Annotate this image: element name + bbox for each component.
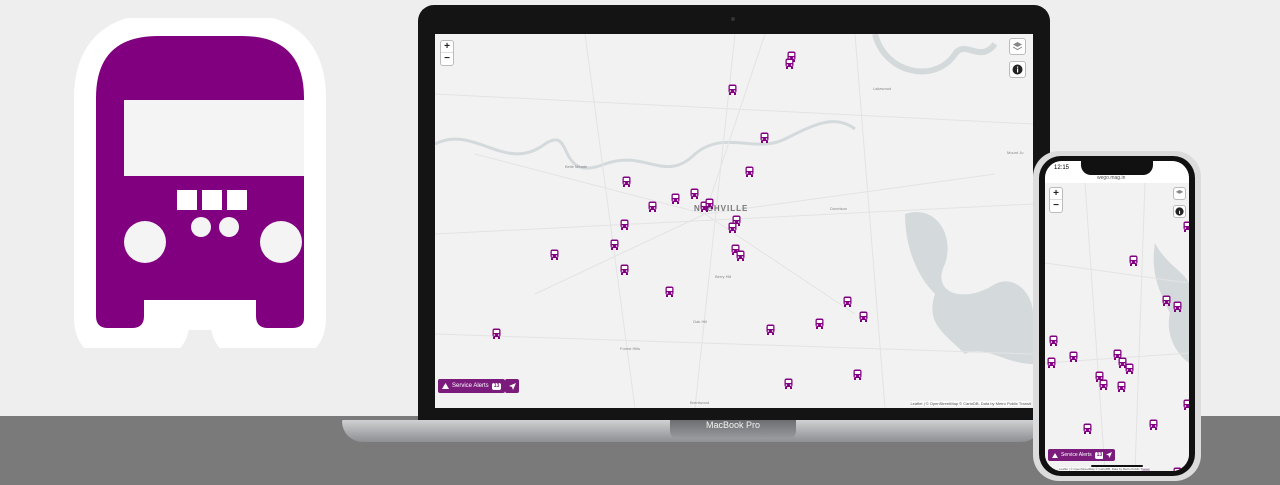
bus-marker-icon[interactable]: [1049, 333, 1058, 346]
bus-marker-icon[interactable]: [1125, 361, 1134, 374]
phone-service-alerts-label: Service Alerts: [1061, 452, 1092, 458]
warning-icon: [442, 383, 449, 389]
bus-marker-icon[interactable]: [1149, 417, 1158, 430]
place-label-donelson: Donelson: [830, 206, 847, 211]
place-label-berry-hill: Berry Hill: [715, 274, 732, 279]
phone-home-indicator: [1091, 465, 1143, 467]
bus-marker-icon[interactable]: [1047, 355, 1056, 368]
phone-transit-map[interactable]: + − Service Alerts 13 Leaflet | © OpenSt…: [1045, 183, 1189, 471]
phone-zoom-in-button[interactable]: +: [1050, 188, 1062, 200]
info-icon: [1012, 64, 1023, 75]
bus-marker-icon[interactable]: [690, 186, 699, 199]
info-icon: [1175, 207, 1184, 216]
bus-marker-icon[interactable]: [1162, 293, 1171, 306]
bus-marker-icon[interactable]: [859, 309, 868, 322]
bus-marker-icon[interactable]: [705, 196, 714, 209]
bus-marker-icon[interactable]: [853, 367, 862, 380]
bus-marker-icon[interactable]: [1173, 299, 1182, 312]
place-label-brentwood: Brentwood: [690, 400, 710, 405]
layers-icon: [1175, 189, 1184, 194]
bus-marker-icon[interactable]: [1083, 421, 1092, 434]
place-label-belle-meade: Belle Meade: [565, 164, 588, 169]
layers-icon: [1012, 42, 1023, 51]
phone-zoom-control: + −: [1049, 187, 1063, 213]
place-label-lakewood: Lakewood: [873, 86, 892, 91]
phone-map-attribution: Leaflet | © OpenStreetMap © CartoDB, Dat…: [1059, 467, 1150, 471]
phone-screen: 12:15 wego.mag.in + − Service Alerts 13: [1045, 161, 1189, 471]
bus-marker-icon[interactable]: [492, 326, 501, 339]
laptop-camera: [731, 17, 735, 21]
bus-marker-icon[interactable]: [843, 294, 852, 307]
bus-marker-icon[interactable]: [1183, 397, 1189, 410]
phone-info-button[interactable]: [1173, 205, 1186, 218]
bus-marker-icon[interactable]: [622, 174, 631, 187]
transit-map[interactable]: NASHVILLE Brentwood Forest Hills Oak Hil…: [435, 34, 1033, 408]
phone-zoom-out-button[interactable]: −: [1050, 200, 1062, 212]
locate-button[interactable]: [505, 379, 519, 393]
phone-url[interactable]: wego.mag.in: [1097, 175, 1125, 181]
warning-icon: [1052, 452, 1058, 458]
locate-arrow-icon: [1106, 452, 1112, 458]
phone-notch: [1081, 161, 1153, 175]
bus-marker-icon[interactable]: [815, 316, 824, 329]
bus-logo-icon: [72, 18, 328, 348]
map-attribution: Leaflet | © OpenStreetMap © CartoDB, Dat…: [910, 401, 1031, 406]
bus-marker-icon[interactable]: [785, 56, 794, 69]
bus-marker-icon[interactable]: [610, 237, 619, 250]
bus-marker-icon[interactable]: [648, 199, 657, 212]
phone-time: 12:15: [1054, 165, 1070, 171]
bus-marker-icon[interactable]: [620, 262, 629, 275]
phone-status-bar: 12:15 wego.mag.in: [1045, 161, 1189, 183]
bus-marker-icon[interactable]: [1117, 379, 1126, 392]
bus-marker-icon[interactable]: [784, 376, 793, 389]
layers-button[interactable]: [1009, 38, 1026, 55]
bus-marker-icon[interactable]: [665, 284, 674, 297]
bus-marker-icon[interactable]: [1069, 349, 1078, 362]
phone-map-background: [1045, 183, 1189, 471]
service-alerts-label: Service Alerts: [452, 383, 489, 389]
place-label-forest-hills: Forest Hills: [620, 346, 641, 351]
zoom-control: + −: [440, 40, 454, 66]
info-button[interactable]: [1009, 61, 1026, 78]
bus-marker-icon[interactable]: [736, 248, 745, 261]
bus-marker-icon[interactable]: [1129, 253, 1138, 266]
bus-marker-icon[interactable]: [728, 82, 737, 95]
bus-marker-icon[interactable]: [1173, 465, 1182, 471]
phone-service-alerts-button[interactable]: Service Alerts 13: [1048, 449, 1109, 461]
bus-marker-icon[interactable]: [745, 164, 754, 177]
laptop-screen: NASHVILLE Brentwood Forest Hills Oak Hil…: [435, 34, 1033, 408]
bus-marker-icon[interactable]: [728, 220, 737, 233]
bus-marker-icon[interactable]: [620, 217, 629, 230]
phone-locate-button[interactable]: [1103, 449, 1115, 461]
bus-marker-icon[interactable]: [1183, 219, 1189, 232]
phone-layers-button[interactable]: [1173, 187, 1186, 200]
bus-marker-icon[interactable]: [550, 247, 559, 260]
zoom-out-button[interactable]: −: [441, 53, 453, 65]
bus-marker-icon[interactable]: [1099, 377, 1108, 390]
bus-marker-icon[interactable]: [766, 322, 775, 335]
service-alerts-button[interactable]: Service Alerts 13: [438, 379, 506, 393]
locate-arrow-icon: [508, 382, 516, 390]
zoom-in-button[interactable]: +: [441, 41, 453, 53]
place-label-mount-ju: Mount Ju: [1007, 150, 1024, 155]
bus-marker-icon[interactable]: [760, 130, 769, 143]
place-label-oak-hill: Oak Hill: [693, 319, 708, 324]
bus-marker-icon[interactable]: [671, 191, 680, 204]
service-alerts-count: 13: [491, 382, 502, 390]
laptop-brand: MacBook Pro: [670, 420, 796, 439]
